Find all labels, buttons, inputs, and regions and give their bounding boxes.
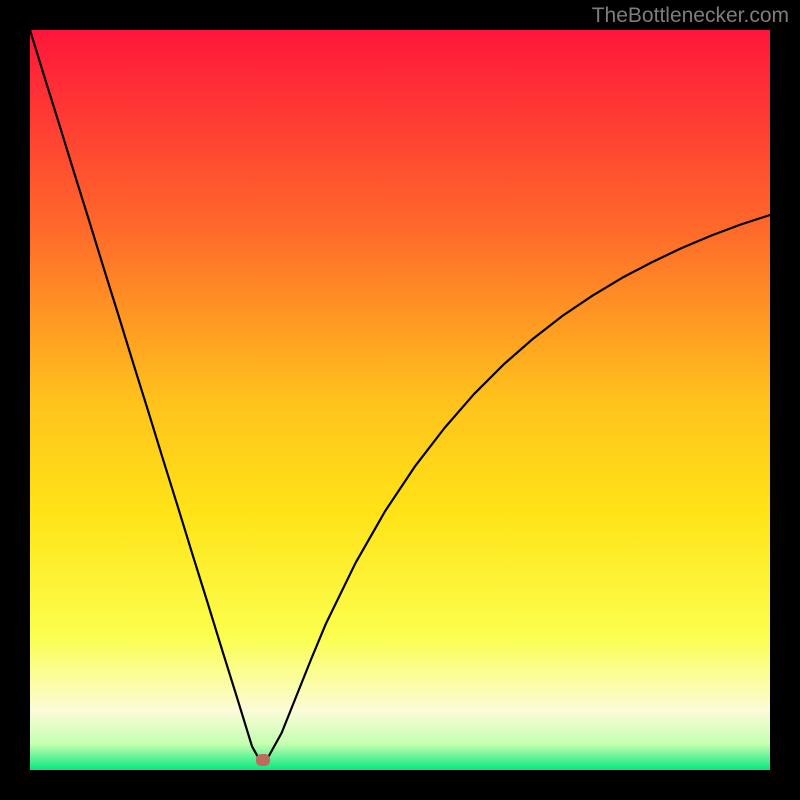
- chart-svg: [30, 30, 770, 770]
- gradient-background: [30, 30, 770, 770]
- plot-area: [30, 30, 770, 770]
- attribution-label: TheBottlenecker.com: [592, 4, 789, 28]
- optimal-point-marker: [256, 754, 270, 766]
- chart-frame: TheBottlenecker.com: [0, 0, 800, 800]
